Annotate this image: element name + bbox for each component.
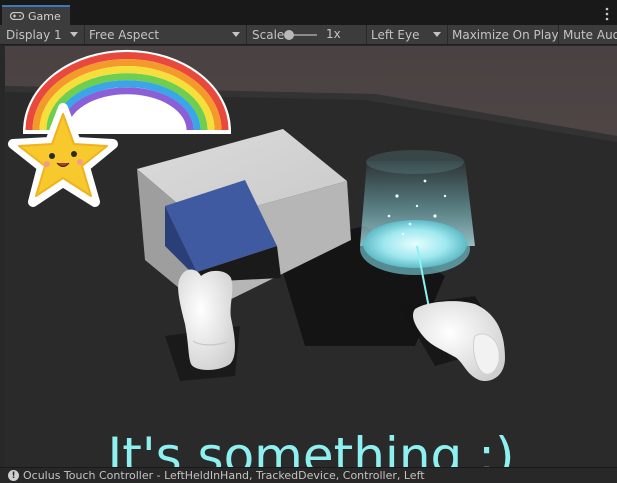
aspect-dropdown[interactable]: Free Aspect (85, 25, 247, 44)
eye-dropdown[interactable]: Left Eye (367, 25, 448, 44)
chevron-down-icon (433, 32, 441, 37)
maximize-on-play-toggle[interactable]: Maximize On Play (448, 25, 559, 44)
chevron-down-icon (232, 32, 240, 37)
game-viewport[interactable]: It's something :) (5, 46, 617, 467)
game-window: Game Display 1 Free Aspect Scale 1x Left… (0, 0, 617, 483)
scale-slider-thumb[interactable] (284, 30, 294, 40)
game-toolbar: Display 1 Free Aspect Scale 1x Left Eye … (0, 25, 617, 45)
scene-render (5, 46, 617, 467)
mute-audio-toggle[interactable]: Mute Audio (559, 25, 617, 44)
info-icon: ! (8, 470, 19, 481)
display-label: Display 1 (6, 27, 62, 42)
scale-value: 1x (326, 27, 341, 41)
tab-game[interactable]: Game (2, 5, 70, 25)
status-bar: ! Oculus Touch Controller - LeftHeldInHa… (0, 467, 617, 483)
gamepad-icon (10, 12, 24, 20)
scale-slider-control[interactable]: Scale 1x (247, 25, 367, 44)
eye-label: Left Eye (371, 27, 420, 42)
scene-caption: It's something :) (107, 427, 515, 467)
mute-label: Mute Audio (563, 27, 617, 42)
tab-label: Game (28, 9, 61, 23)
display-dropdown[interactable]: Display 1 (0, 25, 85, 44)
aspect-label: Free Aspect (89, 27, 160, 42)
more-menu-icon[interactable] (605, 7, 609, 21)
tab-bar: Game (0, 0, 617, 25)
chevron-down-icon (70, 32, 78, 37)
status-message[interactable]: Oculus Touch Controller - LeftHeldInHand… (23, 469, 425, 482)
maximize-label: Maximize On Play (452, 27, 559, 42)
scale-label: Scale (252, 27, 285, 42)
